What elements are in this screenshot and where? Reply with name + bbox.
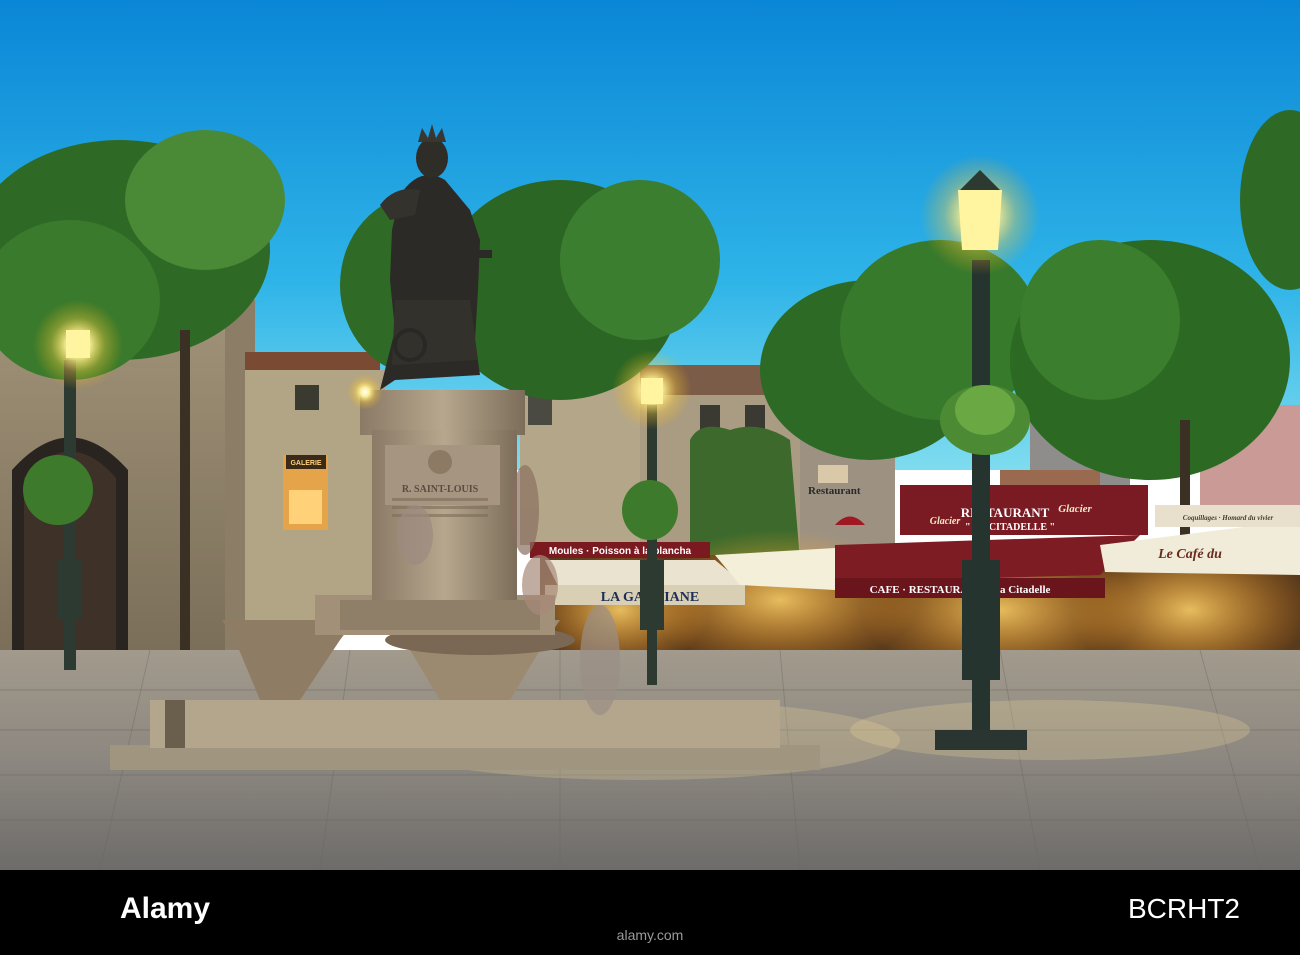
watermark-right: BCRHT2	[1128, 893, 1240, 924]
watermark-domain: alamy.com	[617, 927, 684, 943]
photo-canvas: Moules · Poisson à la plancha LA GARDIAN…	[0, 0, 1300, 955]
citadelle-glacier-left: Glacier	[930, 516, 961, 527]
restaurant-facade-sign: Restaurant	[808, 485, 861, 497]
lamp-glow-extra	[347, 374, 383, 410]
galerie-sign: GALERIE	[290, 460, 321, 467]
citadelle-awning-text: CAFE · RESTAURANT · La Citadelle	[870, 584, 1051, 596]
citadelle-glacier-right: Glacier	[1058, 503, 1092, 515]
moules-banner-text: Moules · Poisson à la plancha	[549, 546, 692, 557]
photo-scene: Moules · Poisson à la plancha LA GARDIAN…	[0, 0, 1300, 955]
cafe-top-small: Coquillages · Homard du vivier	[1183, 514, 1274, 522]
inscription-title: R. SAINT-LOUIS	[402, 484, 479, 495]
cafe-awning-text: Le Café du	[1157, 547, 1222, 562]
watermark-left: Alamy	[120, 892, 210, 925]
